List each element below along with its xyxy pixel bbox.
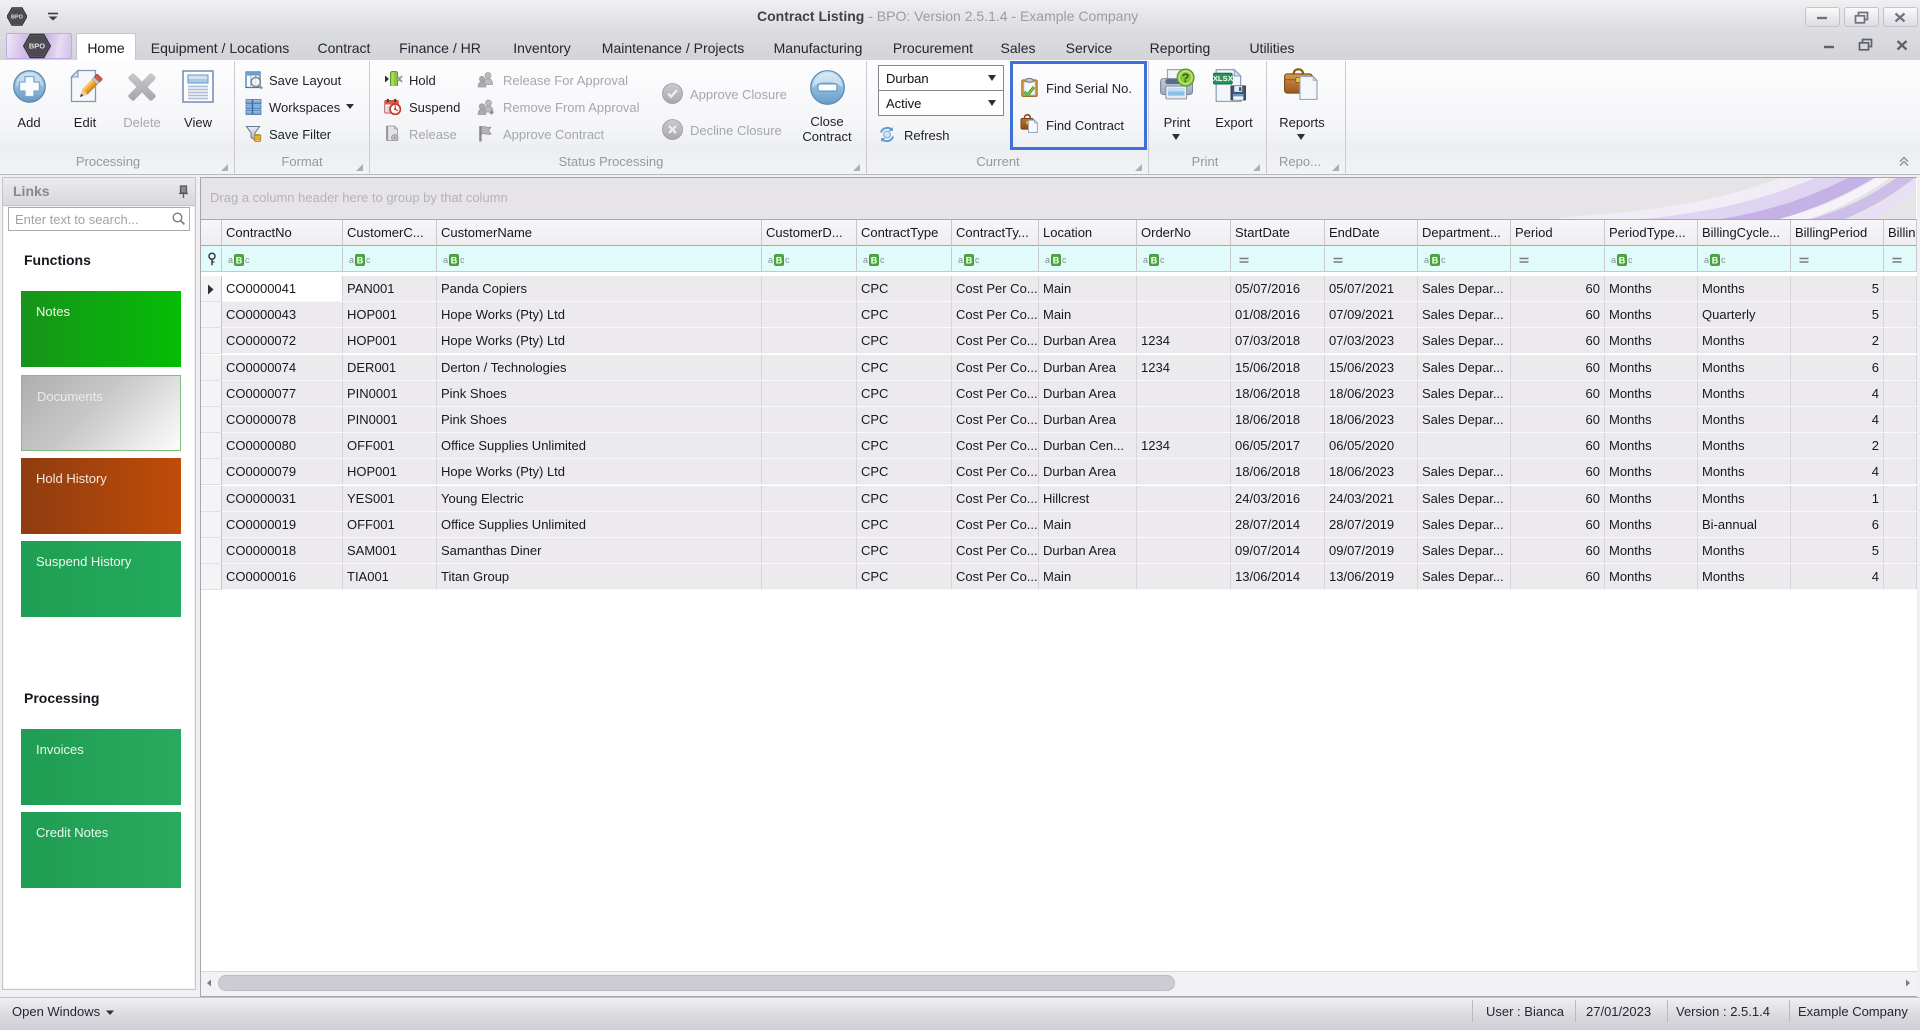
svg-text:c: c — [366, 255, 371, 265]
svg-text:c: c — [880, 255, 885, 265]
svg-text:a: a — [1704, 255, 1709, 265]
svg-text:c: c — [1062, 255, 1067, 265]
svg-text:c: c — [975, 255, 980, 265]
svg-text:BPO: BPO — [29, 42, 45, 51]
svg-text:B: B — [1432, 256, 1439, 266]
svg-text:B: B — [1053, 256, 1060, 266]
svg-text:c: c — [1441, 255, 1446, 265]
svg-text:a: a — [863, 255, 868, 265]
svg-text:a: a — [1045, 255, 1050, 265]
svg-text:B: B — [1151, 256, 1158, 266]
svg-text:a: a — [1143, 255, 1148, 265]
svg-text:a: a — [228, 255, 233, 265]
svg-text:B: B — [1619, 256, 1626, 266]
svg-text:B: B — [1712, 256, 1719, 266]
svg-text:B: B — [966, 256, 973, 266]
svg-text:c: c — [1628, 255, 1633, 265]
svg-text:B: B — [871, 256, 878, 266]
svg-text:B: B — [236, 256, 243, 266]
svg-text:B: B — [451, 256, 458, 266]
svg-text:a: a — [958, 255, 963, 265]
svg-text:a: a — [1611, 255, 1616, 265]
svg-text:c: c — [1721, 255, 1726, 265]
svg-text:B: B — [357, 256, 364, 266]
svg-text:B: B — [776, 256, 783, 266]
svg-text:c: c — [245, 255, 250, 265]
svg-text:XLSX: XLSX — [1213, 74, 1234, 83]
svg-text:c: c — [460, 255, 465, 265]
svg-text:a: a — [768, 255, 773, 265]
svg-text:c: c — [785, 255, 790, 265]
svg-text:a: a — [349, 255, 354, 265]
svg-text:a: a — [443, 255, 448, 265]
svg-text:BPO: BPO — [11, 14, 24, 20]
svg-text:c: c — [1160, 255, 1165, 265]
svg-text:?: ? — [1182, 71, 1189, 85]
svg-text:a: a — [1424, 255, 1429, 265]
